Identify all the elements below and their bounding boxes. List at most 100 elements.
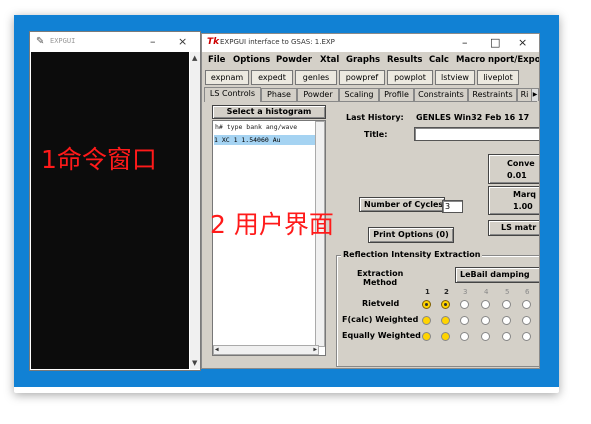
- fcalc-radio-5[interactable]: [502, 316, 511, 325]
- menu-options[interactable]: Options: [233, 55, 270, 65]
- fcalc-radio-3[interactable]: [460, 316, 469, 325]
- menu-graphs[interactable]: Graphs: [346, 55, 380, 65]
- scroll-down-icon[interactable]: ▼: [192, 359, 197, 367]
- genles-button[interactable]: genles: [295, 70, 337, 85]
- menu-file[interactable]: File: [208, 55, 225, 65]
- tab-profile[interactable]: Profile: [379, 88, 414, 101]
- column-3-label: 3: [463, 288, 468, 296]
- select-histogram-button[interactable]: Select a histogram: [212, 105, 326, 119]
- marquardt-value: 1.00: [513, 202, 533, 211]
- rietveld-radio-4[interactable]: [481, 300, 490, 309]
- tab-bar: LS Controls Phase Powder Scaling Profile…: [202, 87, 539, 102]
- console-window: ✎ EXPGUI – × ▲ ▼: [29, 31, 201, 371]
- ls-matrix-button[interactable]: LS matr: [488, 220, 539, 236]
- tab-rigid-bodies[interactable]: Ri: [517, 88, 532, 101]
- equal-radio-5[interactable]: [502, 332, 511, 341]
- tab-powder[interactable]: Powder: [297, 88, 339, 101]
- tab-scaling[interactable]: Scaling: [339, 88, 379, 101]
- equal-radio-2[interactable]: [441, 332, 450, 341]
- fcalc-radio-6[interactable]: [522, 316, 531, 325]
- fcalc-radio-2[interactable]: [441, 316, 450, 325]
- convergence-box[interactable]: Conve 0.01: [488, 154, 539, 184]
- expgui-titlebar[interactable]: Tk EXPGUI interface to GSAS: 1.EXP – □ ×: [202, 34, 539, 52]
- expgui-window: Tk EXPGUI interface to GSAS: 1.EXP – □ ×…: [201, 33, 540, 369]
- scroll-right-icon[interactable]: ▶: [313, 346, 317, 353]
- column-5-label: 5: [505, 288, 510, 296]
- tab-scroll-right-icon[interactable]: ▶: [531, 88, 539, 101]
- menu-bar: File Options Powder Xtal Graphs Results …: [202, 52, 539, 68]
- scroll-up-icon[interactable]: ▲: [192, 54, 197, 62]
- tab-phase[interactable]: Phase: [261, 88, 297, 101]
- console-scrollbar[interactable]: ▲ ▼: [190, 52, 200, 369]
- rietveld-radio-6[interactable]: [522, 300, 531, 309]
- console-annotation: 1命令窗口: [41, 145, 157, 174]
- column-2-label: 2: [444, 288, 449, 296]
- liveplot-button[interactable]: liveplot: [477, 70, 519, 85]
- window-title: EXPGUI interface to GSAS: 1.EXP: [220, 38, 335, 46]
- minimize-icon[interactable]: –: [462, 36, 468, 49]
- equal-radio-6[interactable]: [522, 332, 531, 341]
- rietveld-radio-2[interactable]: [441, 300, 450, 309]
- rietveld-radio-1[interactable]: [422, 300, 431, 309]
- lstview-button[interactable]: lstview: [435, 70, 475, 85]
- histogram-list-header: h# type bank ang/wave: [215, 123, 298, 131]
- menu-powder[interactable]: Powder: [276, 55, 312, 65]
- column-6-label: 6: [525, 288, 530, 296]
- last-history-value: GENLES Win32 Feb 16 17: [416, 113, 530, 122]
- console-titlebar[interactable]: ✎ EXPGUI – ×: [30, 32, 200, 52]
- maximize-icon[interactable]: □: [490, 36, 500, 49]
- last-history-label: Last History:: [346, 113, 404, 122]
- column-4-label: 4: [484, 288, 489, 296]
- rietveld-radio-3[interactable]: [460, 300, 469, 309]
- gui-annotation: 2 用户界面: [210, 210, 334, 239]
- menu-xtal[interactable]: Xtal: [320, 55, 339, 65]
- fcalc-radio-1[interactable]: [422, 316, 431, 325]
- toolbar: expnam expedt genles powpref powplot lst…: [202, 70, 539, 86]
- title-label: Title:: [364, 130, 388, 139]
- console-title: EXPGUI: [50, 37, 76, 45]
- expedt-button[interactable]: expedt: [251, 70, 293, 85]
- fcalc-radio-4[interactable]: [481, 316, 490, 325]
- rietveld-radio-5[interactable]: [502, 300, 511, 309]
- number-of-cycles-box: Number of Cycles: [359, 197, 445, 212]
- close-icon[interactable]: ×: [518, 36, 527, 49]
- expnam-button[interactable]: expnam: [205, 70, 249, 85]
- minimize-icon[interactable]: –: [150, 35, 156, 48]
- equal-radio-1[interactable]: [422, 332, 431, 341]
- powplot-button[interactable]: powplot: [387, 70, 433, 85]
- tab-ls-controls[interactable]: LS Controls: [204, 87, 261, 102]
- column-1-label: 1: [425, 288, 430, 296]
- reflection-group-label: Reflection Intensity Extraction: [341, 250, 483, 259]
- equal-radio-3[interactable]: [460, 332, 469, 341]
- close-icon[interactable]: ×: [178, 35, 187, 48]
- histogram-row[interactable]: 1 XC 1 1.54060 Au: [214, 135, 324, 145]
- console-output[interactable]: [31, 52, 189, 369]
- menu-macro[interactable]: Macro: [456, 55, 485, 65]
- menu-results[interactable]: Results: [387, 55, 422, 65]
- cycles-label: Number of Cycles: [364, 200, 444, 209]
- powpref-button[interactable]: powpref: [339, 70, 385, 85]
- rietveld-label: Rietveld: [362, 299, 400, 308]
- scroll-left-icon[interactable]: ◀: [215, 346, 219, 353]
- fcalc-weighted-label: F(calc) Weighted: [342, 315, 419, 324]
- tab-restraints[interactable]: Restraints: [468, 88, 517, 101]
- title-input[interactable]: [414, 127, 539, 141]
- print-options-button[interactable]: Print Options (0): [368, 227, 454, 243]
- extraction-method-select[interactable]: LeBail damping: [455, 267, 539, 283]
- equally-weighted-label: Equally Weighted: [342, 331, 421, 340]
- marquardt-label: Marq: [513, 190, 537, 199]
- convergence-label: Conve: [507, 159, 535, 168]
- marquardt-box[interactable]: Marq 1.00: [488, 186, 539, 215]
- histogram-hscroll[interactable]: ◀ ▶: [213, 345, 319, 355]
- convergence-value: 0.01: [507, 171, 527, 180]
- tk-icon: Tk: [207, 37, 220, 47]
- tab-constraints[interactable]: Constraints: [414, 88, 468, 101]
- menu-calc[interactable]: Calc: [429, 55, 449, 65]
- method-label: Method: [363, 278, 398, 287]
- tk-feather-icon: ✎: [36, 36, 45, 47]
- cycles-input[interactable]: 3: [442, 200, 463, 213]
- screenshot-frame: ✎ EXPGUI – × ▲ ▼ 1命令窗口 Tk EXPGUI interfa…: [0, 0, 591, 424]
- equal-radio-4[interactable]: [481, 332, 490, 341]
- extraction-label: Extraction: [357, 269, 404, 278]
- menu-import-export[interactable]: nport/Expo: [488, 55, 539, 65]
